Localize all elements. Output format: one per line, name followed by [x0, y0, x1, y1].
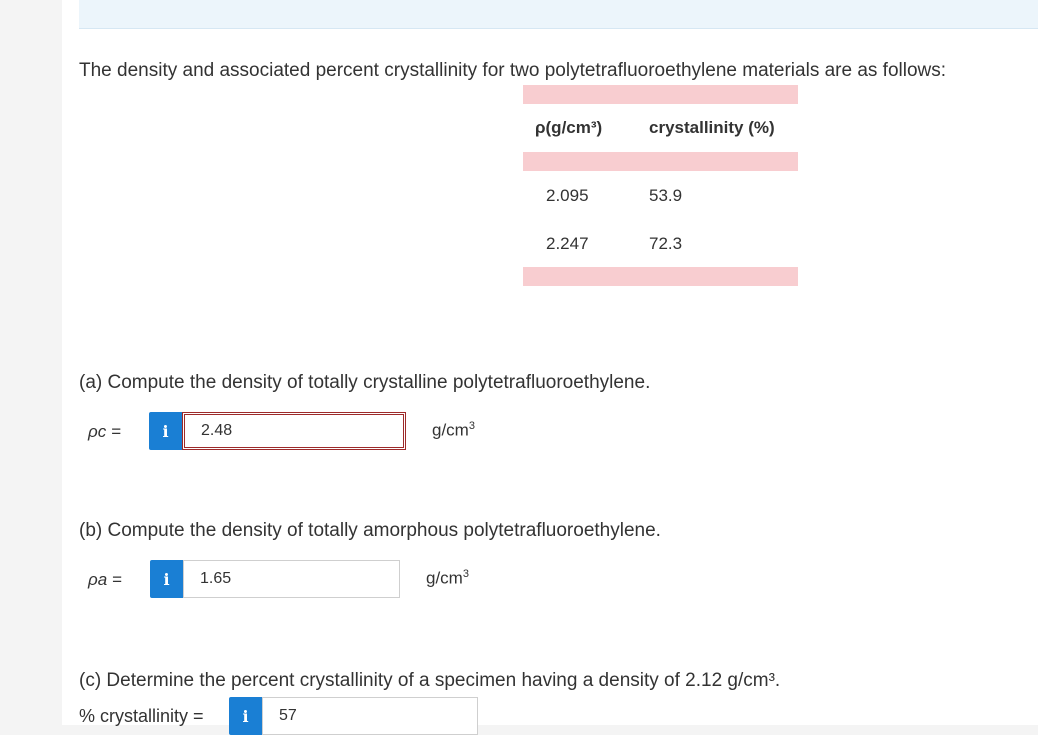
table-cell: 2.095	[546, 186, 589, 205]
unit-a-exponent: 3	[468, 420, 475, 432]
question-b: (b) Compute the density of totally amorp…	[79, 520, 661, 541]
info-icon[interactable]: i	[149, 412, 182, 450]
crystallinity-input[interactable]: 57	[262, 697, 478, 735]
table-cell: 2.247	[546, 234, 589, 253]
unit-a: g/cm3	[432, 420, 475, 441]
question-c: (c) Determine the percent crystallinity …	[79, 670, 781, 691]
top-banner	[79, 0, 1038, 29]
rho-c-label: ρc =	[88, 422, 121, 441]
table-cell: 53.9	[649, 186, 683, 205]
rho-a-input[interactable]: 1.65	[183, 560, 400, 598]
table-header-crystallinity: crystallinity (%)	[649, 118, 775, 137]
unit-b-text: g/cm	[426, 568, 463, 588]
unit-b-exponent: 3	[462, 568, 469, 580]
table-cell: 72.3	[649, 234, 683, 253]
info-icon[interactable]: i	[150, 560, 183, 598]
rho-c-input[interactable]: 2.48	[182, 412, 406, 450]
table-band-top	[523, 85, 798, 104]
rho-a-label: ρa =	[88, 570, 122, 589]
question-a: (a) Compute the density of totally cryst…	[79, 372, 651, 393]
table-band-bottom	[523, 267, 798, 286]
table-band-middle	[523, 152, 798, 171]
unit-b: g/cm3	[426, 568, 469, 589]
intro-text: The density and associated percent cryst…	[79, 60, 947, 81]
table-header-density: ρ(g/cm³)	[535, 118, 603, 137]
crystallinity-label: % crystallinity =	[79, 706, 204, 726]
unit-a-text: g/cm	[432, 420, 469, 440]
info-icon[interactable]: i	[229, 697, 262, 735]
data-table: ρ(g/cm³) crystallinity (%) 2.095 53.9 2.…	[523, 85, 798, 286]
